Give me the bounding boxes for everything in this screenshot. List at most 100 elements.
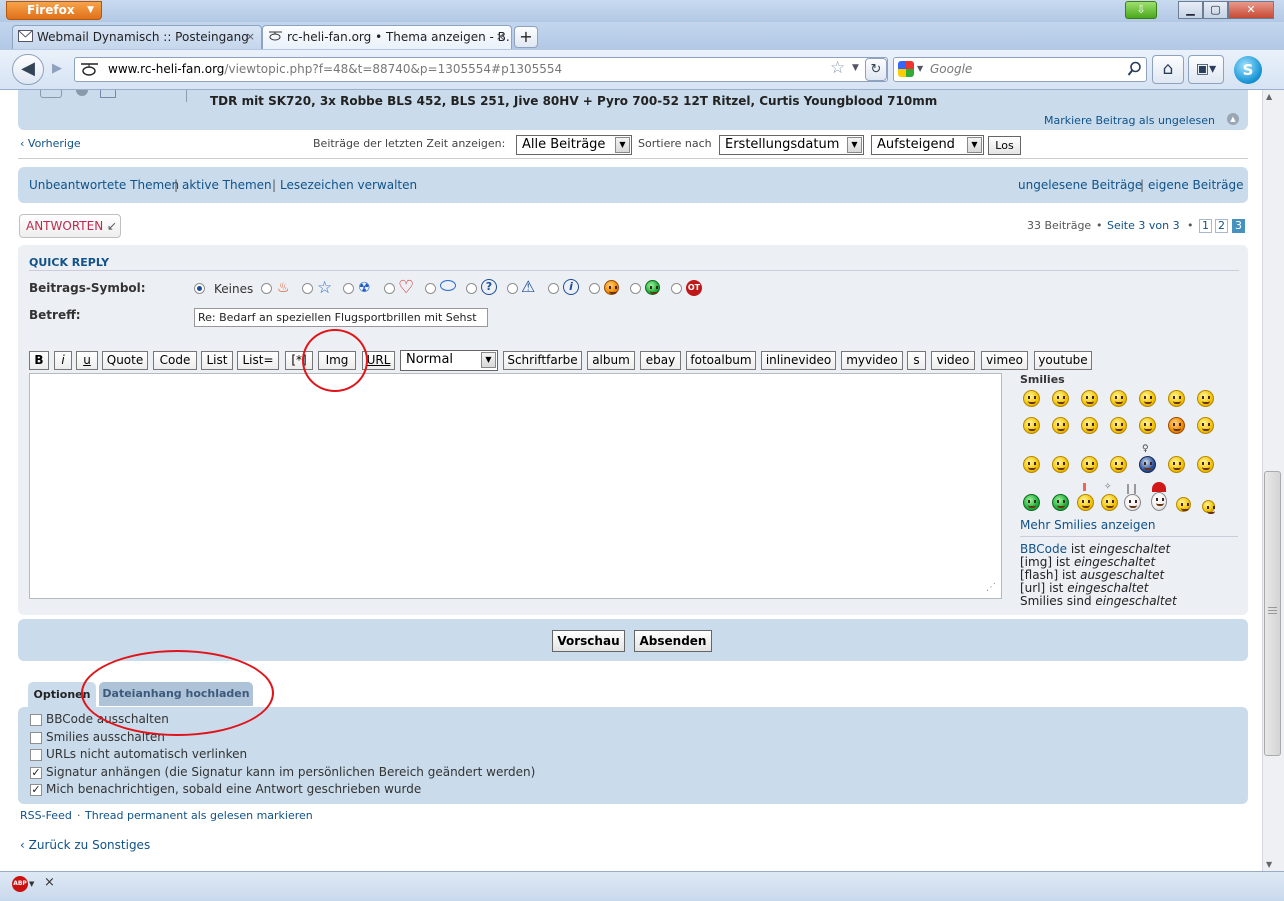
- reply-button[interactable]: ANTWORTEN ↙: [19, 214, 121, 238]
- symbol-warning-radio[interactable]: [507, 283, 518, 294]
- smiley-green-grin-icon[interactable]: [1023, 494, 1040, 511]
- code-button[interactable]: Code: [153, 351, 197, 370]
- smiley-twisted-icon[interactable]: [1197, 417, 1214, 434]
- symbol-none-radio[interactable]: [194, 283, 205, 294]
- font-size-select[interactable]: Normal ▼: [400, 350, 498, 371]
- smiley-roll-icon[interactable]: [1023, 456, 1040, 473]
- smiley-sad-icon[interactable]: [1081, 390, 1098, 407]
- italic-button[interactable]: i: [54, 351, 72, 370]
- preview-button[interactable]: Vorschau: [552, 630, 625, 652]
- bold-button[interactable]: B: [29, 351, 49, 370]
- s-button[interactable]: s: [907, 351, 926, 370]
- symbol-info-radio[interactable]: [548, 283, 559, 294]
- unread-posts-link[interactable]: ungelesene Beiträge: [1018, 178, 1142, 192]
- adblock-icon[interactable]: ABP: [12, 876, 28, 892]
- symbol-fire-radio[interactable]: [261, 283, 272, 294]
- disable-smilies-checkbox[interactable]: [30, 732, 42, 744]
- close-icon[interactable]: ×: [246, 26, 255, 48]
- smiley-laugh-icon[interactable]: [1023, 417, 1040, 434]
- smiley-cry-icon[interactable]: [1139, 417, 1156, 434]
- previous-link[interactable]: ‹ Vorherige: [20, 137, 81, 150]
- smiley-arrow-icon[interactable]: [1168, 456, 1185, 473]
- symbol-mad-radio[interactable]: [589, 283, 600, 294]
- smiley-question-icon[interactable]: [1110, 456, 1127, 473]
- smiley-razz-icon[interactable]: [1081, 417, 1098, 434]
- smiley-confused-icon[interactable]: [1168, 390, 1185, 407]
- myvideo-button[interactable]: myvideo: [841, 351, 903, 370]
- smiley-mad-icon[interactable]: [1052, 417, 1069, 434]
- ordered-list-button[interactable]: List=: [237, 351, 279, 370]
- quote-button[interactable]: Quote: [102, 351, 148, 370]
- symbol-question-radio[interactable]: [466, 283, 477, 294]
- symbol-ot-radio[interactable]: [671, 283, 682, 294]
- show-posts-select[interactable]: Alle Beiträge ▼: [516, 135, 632, 155]
- notify-checkbox[interactable]: ✓: [30, 784, 42, 796]
- smiley-neutral-icon[interactable]: [1197, 456, 1214, 473]
- new-tab-button[interactable]: +: [514, 26, 538, 48]
- vimeo-button[interactable]: vimeo: [981, 351, 1028, 370]
- sort-order-select[interactable]: Aufsteigend ▼: [871, 135, 984, 155]
- rss-feed-link[interactable]: RSS-Feed: [20, 809, 72, 822]
- maximize-button[interactable]: ▢: [1203, 1, 1228, 19]
- smiley-tiny-icon[interactable]: [1202, 500, 1215, 514]
- smiley-eek-icon[interactable]: [1139, 390, 1156, 407]
- message-textarea[interactable]: [29, 373, 1002, 599]
- active-topics-link[interactable]: aktive Themen: [182, 178, 272, 192]
- own-posts-link[interactable]: eigene Beiträge: [1148, 178, 1243, 192]
- sort-by-select[interactable]: Erstellungsdatum ▼: [719, 135, 864, 155]
- firefox-menu-button[interactable]: Firefox ▼: [6, 1, 102, 20]
- window-close-button[interactable]: ✕: [1228, 1, 1274, 19]
- symbol-star-radio[interactable]: [302, 283, 313, 294]
- smiley-idea-icon[interactable]: [1139, 456, 1156, 473]
- bookmark-star-icon[interactable]: ☆: [830, 58, 845, 78]
- smiley-cool-icon[interactable]: [1197, 390, 1214, 407]
- bbcode-link[interactable]: BBCode: [1020, 542, 1067, 556]
- scroll-up-icon[interactable]: ▲: [1266, 92, 1272, 101]
- smiley-bunny-icon[interactable]: [1124, 494, 1141, 511]
- smiley-oops-icon[interactable]: [1110, 417, 1127, 434]
- smiley-dizzy-icon[interactable]: [1101, 494, 1118, 511]
- underline-button[interactable]: u: [76, 351, 98, 370]
- symbol-grin-radio[interactable]: [630, 283, 641, 294]
- download-arrow-icon[interactable]: ⇩: [1125, 1, 1157, 19]
- back-button[interactable]: ◀: [12, 54, 44, 85]
- mark-read-link[interactable]: Thread permanent als gelesen markieren: [85, 809, 313, 822]
- mark-unread-link[interactable]: Markiere Beitrag als ungelesen: [1044, 114, 1215, 127]
- font-color-button[interactable]: Schriftfarbe: [503, 351, 582, 370]
- chevron-down-icon[interactable]: ▼: [29, 880, 34, 888]
- fotoalbum-button[interactable]: fotoalbum: [686, 351, 756, 370]
- symbol-heart-radio[interactable]: [384, 283, 395, 294]
- inlinevideo-button[interactable]: inlinevideo: [761, 351, 836, 370]
- smiley-wink-icon[interactable]: [1052, 456, 1069, 473]
- smiley-santa-icon[interactable]: [1151, 492, 1167, 511]
- video-button[interactable]: video: [931, 351, 975, 370]
- disable-bbcode-checkbox[interactable]: [30, 714, 42, 726]
- album-button[interactable]: album: [587, 351, 635, 370]
- page-link-1[interactable]: 1: [1199, 219, 1212, 233]
- manage-bookmarks-link[interactable]: Lesezeichen verwalten: [280, 178, 417, 192]
- smiley-evil-icon[interactable]: [1168, 417, 1185, 434]
- forward-button[interactable]: ▶: [44, 58, 70, 81]
- resize-grip-icon[interactable]: ⋰: [986, 582, 996, 593]
- youtube-button[interactable]: youtube: [1034, 351, 1092, 370]
- smiley-party-icon[interactable]: [1077, 494, 1094, 511]
- smiley-smile-icon[interactable]: [1052, 390, 1069, 407]
- tab-webmail[interactable]: Webmail Dynamisch :: Posteingang ×: [12, 25, 262, 49]
- smiley-exclaim-icon[interactable]: [1081, 456, 1098, 473]
- go-button[interactable]: Los: [988, 136, 1021, 155]
- reload-button[interactable]: ↻: [865, 58, 887, 81]
- back-to-top-icon[interactable]: ▲: [1227, 113, 1239, 125]
- more-smilies-link[interactable]: Mehr Smilies anzeigen: [1020, 518, 1155, 532]
- scroll-down-icon[interactable]: ▼: [1266, 860, 1272, 869]
- unanswered-topics-link[interactable]: Unbeantwortete Themen: [29, 178, 179, 192]
- skype-icon[interactable]: S: [1234, 56, 1262, 84]
- close-icon[interactable]: ×: [44, 875, 55, 890]
- page-link-2[interactable]: 2: [1215, 219, 1228, 233]
- back-to-forum-link[interactable]: ‹ Zurück zu Sonstiges: [20, 838, 150, 852]
- submit-button[interactable]: Absenden: [634, 630, 712, 652]
- google-icon[interactable]: [898, 61, 914, 77]
- smiley-frog-icon[interactable]: [1052, 494, 1069, 511]
- disable-urls-checkbox[interactable]: [30, 749, 42, 761]
- subject-input[interactable]: Re: Bedarf an speziellen Flugsportbrille…: [194, 308, 488, 327]
- smiley-surprised-icon[interactable]: [1110, 390, 1127, 407]
